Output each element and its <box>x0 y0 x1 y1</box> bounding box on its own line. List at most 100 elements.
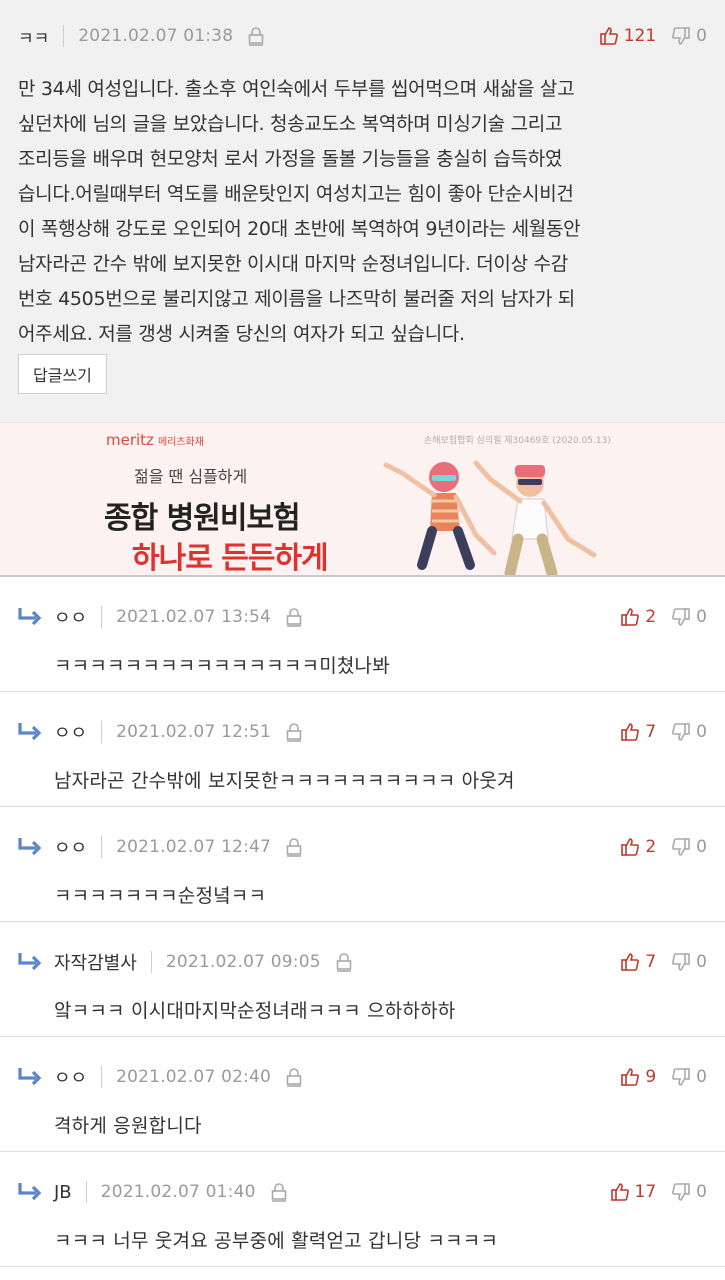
comment-text: 남자라곤 간수밖에 보지못한ㅋㅋㅋㅋㅋㅋㅋㅋㅋㅋ 아웃겨 <box>54 770 515 792</box>
comment-date: 2021.02.07 12:51 <box>116 722 272 742</box>
upvote-button[interactable]: 2 <box>619 836 656 858</box>
thumbs-down-icon <box>672 1068 690 1086</box>
reply-arrow-icon <box>18 1068 42 1086</box>
comment-votes: 7 0 <box>619 721 707 743</box>
upvote-button[interactable]: 2 <box>619 606 656 628</box>
post-header: ㅋㅋ 2021.02.07 01:38 121 0 <box>0 18 725 54</box>
thumbs-down-icon <box>672 838 690 856</box>
write-reply-button[interactable]: 답글쓰기 <box>18 354 107 394</box>
post-votes: 121 0 <box>598 25 707 47</box>
upvote-button[interactable]: 7 <box>619 951 656 973</box>
downvote-button[interactable]: 0 <box>670 1181 707 1203</box>
downvote-count: 0 <box>696 1067 707 1087</box>
post-line: 어주세요. 저를 갱생 시켜줄 당신의 여자가 되고 싶습니다. <box>18 323 465 345</box>
upvote-count: 17 <box>634 1182 657 1202</box>
comment-text: ㅋㅋㅋㅋㅋㅋㅋ순정녘ㅋㅋ <box>54 885 267 907</box>
ad-brand-name: meritz <box>106 431 154 449</box>
main-post: ㅋㅋ 2021.02.07 01:38 121 0 만 34세 여성입니다. 출… <box>0 0 725 423</box>
comment: ㅇㅇ 2021.02.07 12:51 7 0 남자라곤 간수밖에 보지못한ㅋㅋ… <box>0 692 725 807</box>
upvote-button[interactable]: 17 <box>609 1181 657 1203</box>
comment-list: ㅇㅇ 2021.02.07 13:54 2 0 ㅋㅋㅋㅋㅋㅋㅋㅋㅋㅋㅋㅋㅋㅋㅋ미… <box>0 577 725 1267</box>
lock-icon[interactable] <box>333 951 355 973</box>
thumbs-up-icon <box>610 1183 629 1201</box>
comment-header: ㅇㅇ 2021.02.07 12:51 7 0 <box>0 714 725 750</box>
post-author[interactable]: ㅋㅋ <box>18 24 49 49</box>
comment: ㅇㅇ 2021.02.07 12:47 2 0 ㅋㅋㅋㅋㅋㅋㅋ순정녘ㅋㅋ <box>0 807 725 922</box>
reply-arrow-icon <box>18 838 42 856</box>
comment-author[interactable]: JB <box>54 1182 72 1203</box>
reply-arrow-icon <box>18 608 42 626</box>
downvote-count: 0 <box>696 837 707 857</box>
post-line: 싶던차에 님의 글을 보았습니다. 청송교도소 복역하며 미싱기술 그리고 <box>18 113 563 135</box>
comment-author[interactable]: ㅇㅇ <box>54 604 87 630</box>
post-line: 만 34세 여성입니다. 출소후 여인숙에서 두부를 씹어먹으며 새삶을 살고 <box>18 78 575 100</box>
thumbs-up-icon <box>621 838 640 856</box>
divider <box>101 721 103 743</box>
downvote-button[interactable]: 0 <box>670 606 707 628</box>
comment-votes: 7 0 <box>619 951 707 973</box>
dancing-couple-illustration <box>383 460 597 575</box>
post-body: 만 34세 여성입니다. 출소후 여인숙에서 두부를 씹어먹으며 새삶을 살고 … <box>18 72 711 352</box>
comment-header: ㅇㅇ 2021.02.07 13:54 2 0 <box>0 599 725 635</box>
comment-author[interactable]: ㅇㅇ <box>54 834 87 860</box>
comment-text: 앜ㅋㅋㅋ 이시대마지막순정녀래ㅋㅋㅋ 으하하하하 <box>54 1000 456 1022</box>
downvote-count: 0 <box>696 722 707 742</box>
comment-header: JB 2021.02.07 01:40 17 0 <box>0 1174 725 1210</box>
comment-date: 2021.02.07 01:40 <box>100 1182 256 1202</box>
comment-text: 격하게 응원합니다 <box>54 1115 202 1137</box>
thumbs-up-icon <box>599 27 618 45</box>
downvote-button[interactable]: 0 <box>670 721 707 743</box>
divider <box>150 951 152 973</box>
comment-date: 2021.02.07 13:54 <box>116 607 272 627</box>
upvote-count: 121 <box>623 26 657 46</box>
lock-icon[interactable] <box>283 721 305 743</box>
upvote-button[interactable]: 9 <box>619 1066 656 1088</box>
lock-icon[interactable] <box>268 1181 290 1203</box>
thumbs-up-icon <box>621 953 640 971</box>
comment: ㅇㅇ 2021.02.07 13:54 2 0 ㅋㅋㅋㅋㅋㅋㅋㅋㅋㅋㅋㅋㅋㅋㅋ미… <box>0 577 725 692</box>
lock-icon[interactable] <box>245 25 267 47</box>
divider <box>85 1181 87 1203</box>
reply-arrow-icon <box>18 1183 42 1201</box>
post-line: 남자라곤 간수 밖에 보지못한 이시대 마지막 순정녀입니다. 더이상 수감 <box>18 253 568 275</box>
comment-date: 2021.02.07 09:05 <box>165 952 321 972</box>
downvote-count: 0 <box>696 952 707 972</box>
thumbs-up-icon <box>621 608 640 626</box>
lock-icon[interactable] <box>283 836 305 858</box>
downvote-button[interactable]: 0 <box>670 25 707 47</box>
upvote-count: 7 <box>645 722 657 742</box>
lock-icon[interactable] <box>283 1066 305 1088</box>
upvote-button[interactable]: 121 <box>598 25 656 47</box>
divider <box>101 836 103 858</box>
downvote-button[interactable]: 0 <box>670 951 707 973</box>
thumbs-down-icon <box>672 27 690 45</box>
downvote-button[interactable]: 0 <box>670 1066 707 1088</box>
comment-text: ㅋㅋㅋㅋㅋㅋㅋㅋㅋㅋㅋㅋㅋㅋㅋ미쳤나봐 <box>54 655 390 677</box>
upvote-count: 7 <box>645 952 657 972</box>
divider <box>101 1066 103 1088</box>
ad-banner[interactable]: meritz 메리츠화재 손해보험협회 심의필 제30469호 (2020.05.… <box>0 423 725 577</box>
upvote-count: 2 <box>645 837 657 857</box>
ad-title-line2: 하나로 든든하게 <box>132 541 329 576</box>
post-line: 습니다.어릴때부터 역도를 배운탓인지 여성치고는 힘이 좋아 단순시비건 <box>18 183 574 205</box>
comment-author[interactable]: 자작감별사 <box>54 949 137 975</box>
downvote-count: 0 <box>696 26 707 46</box>
lock-icon[interactable] <box>283 606 305 628</box>
comment-author[interactable]: ㅇㅇ <box>54 1064 87 1090</box>
thumbs-down-icon <box>672 1183 690 1201</box>
comment-date: 2021.02.07 02:40 <box>116 1067 272 1087</box>
thumbs-up-icon <box>621 1068 640 1086</box>
thumbs-up-icon <box>621 723 640 741</box>
upvote-button[interactable]: 7 <box>619 721 656 743</box>
ad-subtitle: 젊을 땐 심플하게 <box>134 467 248 486</box>
comment-author[interactable]: ㅇㅇ <box>54 719 87 745</box>
reply-arrow-icon <box>18 723 42 741</box>
comment-votes: 17 0 <box>609 1181 707 1203</box>
downvote-button[interactable]: 0 <box>670 836 707 858</box>
ad-title-line1: 종합 병원비보험 <box>104 501 301 536</box>
downvote-count: 0 <box>696 1182 707 1202</box>
comment-votes: 9 0 <box>619 1066 707 1088</box>
upvote-count: 9 <box>645 1067 657 1087</box>
divider <box>63 25 65 47</box>
comment-header: ㅇㅇ 2021.02.07 02:40 9 0 <box>0 1059 725 1095</box>
